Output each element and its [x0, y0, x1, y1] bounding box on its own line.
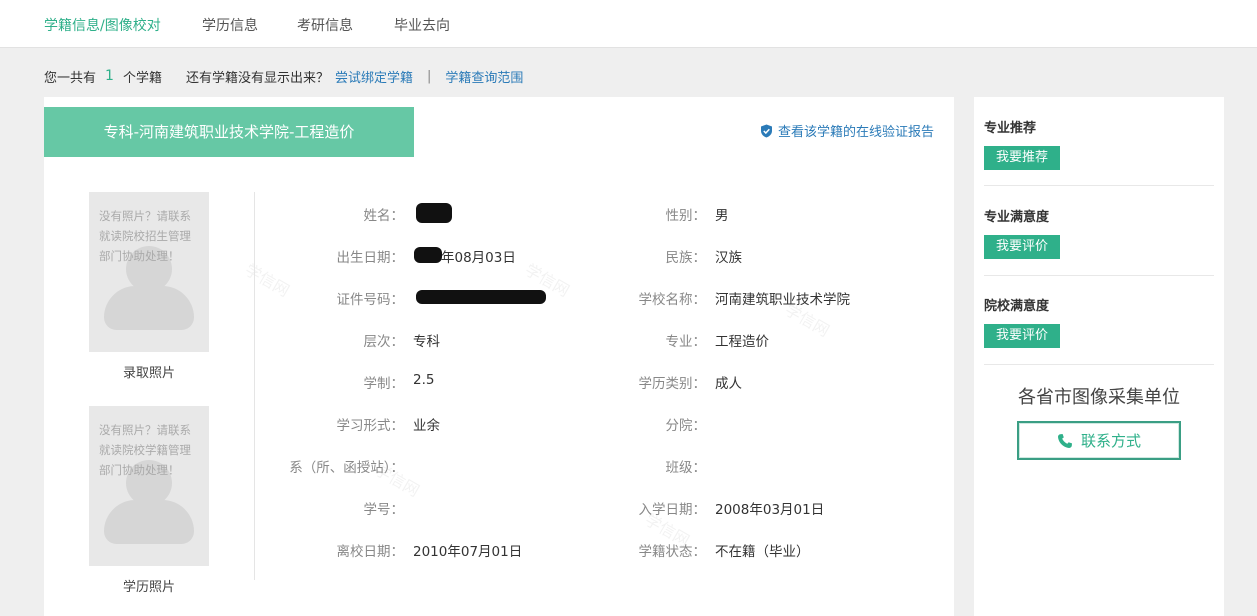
summary-separator: | [426, 68, 432, 84]
bind-record-link[interactable]: 尝试绑定学籍 [335, 67, 413, 86]
field-value: 年08月03日 [441, 250, 516, 266]
redacted-birth-year [414, 247, 442, 263]
field-school-name: 学校名称： [544, 288, 707, 308]
redacted-name [416, 203, 452, 223]
major-recommend-section: 专业推荐 我要推荐 [984, 117, 1214, 186]
record-card: 学信网 学信网 学信网 学信网 学信网 学信网 专科-河南建筑职业技术学院-工程… [44, 97, 954, 616]
field-label: 姓名： [363, 208, 405, 224]
field-value: 2.5 [413, 372, 435, 388]
field-label: 学历类别： [638, 376, 707, 392]
field-label: 民族： [665, 250, 707, 266]
field-label: 出生日期： [336, 250, 405, 266]
field-value: 男 [715, 208, 729, 224]
record-summary: 您一共有 1 个学籍 还有学籍没有显示出来？ 尝试绑定学籍 | 学籍查询范围 [44, 66, 523, 86]
field-label: 分院： [665, 418, 707, 434]
avatar-body [104, 500, 194, 544]
field-id-number: 证件号码： [244, 288, 405, 308]
major-satisfaction-section: 专业满意度 我要评价 [984, 206, 1214, 276]
field-branch: 分院： [544, 414, 707, 434]
section-title: 专业满意度 [984, 210, 1050, 225]
field-value: 不在籍（毕业） [715, 544, 810, 560]
school-satisfaction-section: 院校满意度 我要评价 [984, 295, 1214, 365]
photo-column: 没有照片？请联系就读院校招生管理部门协助处理！ 录取照片 没有照片？请联系就读院… [89, 192, 209, 596]
summary-question: 还有学籍没有显示出来？ [185, 70, 329, 86]
field-value: 专科 [413, 334, 440, 350]
field-level: 层次： [244, 330, 405, 350]
contact-button[interactable]: 联系方式 [1017, 421, 1181, 460]
diploma-photo: 没有照片？请联系就读院校学籍管理部门协助处理！ [89, 406, 209, 566]
field-department: 系（所、函授站）： [244, 456, 404, 476]
image-collection-title: 各省市图像采集单位 [1018, 387, 1180, 408]
field-label: 离校日期： [336, 544, 405, 560]
verify-report-label: 查看该学籍的在线验证报告 [777, 125, 934, 140]
field-label: 班级： [665, 460, 707, 476]
admission-photo-label: 录取照片 [122, 366, 175, 381]
avatar-body [104, 286, 194, 330]
field-ethnicity: 民族： [544, 246, 707, 266]
field-label: 入学日期： [638, 502, 707, 518]
redacted-id-number [416, 290, 546, 304]
top-navigation: 学籍信息/图像校对 学历信息 考研信息 毕业去向 [0, 0, 1257, 48]
field-degree-type: 学历类别： [544, 372, 707, 392]
field-gender: 性别： [544, 204, 707, 224]
section-title: 专业推荐 [984, 121, 1037, 136]
summary-prefix: 您一共有 [44, 70, 97, 86]
field-label: 性别： [665, 208, 707, 224]
rate-school-button[interactable]: 我要评价 [984, 324, 1061, 348]
field-label: 学号： [363, 502, 405, 518]
shield-check-icon [760, 124, 772, 137]
field-name: 姓名： [244, 204, 405, 224]
tab-postgraduate[interactable]: 考研信息 [297, 15, 353, 35]
field-student-number: 学号： [244, 498, 405, 518]
field-study-mode: 学习形式： [244, 414, 405, 434]
field-label: 学校名称： [638, 292, 707, 308]
verify-report-link[interactable]: 查看该学籍的在线验证报告 [760, 121, 934, 140]
field-major: 专业： [544, 330, 707, 350]
field-value: 汉族 [715, 250, 742, 266]
record-count: 1 [105, 68, 114, 84]
field-value: 业余 [413, 418, 440, 434]
photo-placeholder-text: 没有照片？请联系就读院校招生管理部门协助处理！ [99, 209, 191, 263]
sidebar: 专业推荐 我要推荐 专业满意度 我要评价 院校满意度 我要评价 各省市图像采集单… [974, 97, 1224, 616]
phone-icon [1057, 433, 1072, 448]
admission-photo: 没有照片？请联系就读院校招生管理部门协助处理！ [89, 192, 209, 352]
field-label: 系（所、函授站）： [289, 460, 404, 476]
field-value: 河南建筑职业技术学院 [715, 292, 850, 308]
field-duration: 学制： [244, 372, 405, 392]
summary-suffix: 个学籍 [122, 70, 162, 86]
record-title-banner: 专科-河南建筑职业技术学院-工程造价 [44, 107, 414, 157]
section-title: 院校满意度 [984, 299, 1050, 314]
tab-student-status[interactable]: 学籍信息/图像校对 [44, 15, 161, 35]
query-scope-link[interactable]: 学籍查询范围 [445, 67, 523, 86]
tab-education[interactable]: 学历信息 [202, 15, 258, 35]
field-value: 2010年07月01日 [413, 544, 523, 560]
field-class: 班级： [544, 456, 707, 476]
contact-button-label: 联系方式 [1080, 432, 1141, 450]
field-leave-date: 离校日期： [244, 540, 405, 560]
field-label: 层次： [363, 334, 405, 350]
recommend-button[interactable]: 我要推荐 [984, 146, 1061, 170]
field-value: 成人 [715, 376, 742, 392]
field-label: 专业： [665, 334, 707, 350]
photo-placeholder-text: 没有照片？请联系就读院校学籍管理部门协助处理！ [99, 423, 191, 477]
field-birth-date: 出生日期： [244, 246, 405, 266]
tab-graduation-destination[interactable]: 毕业去向 [394, 15, 450, 35]
field-label: 学籍状态： [638, 544, 707, 560]
field-label: 证件号码： [336, 292, 405, 308]
diploma-photo-label: 学历照片 [122, 580, 175, 595]
rate-major-button[interactable]: 我要评价 [984, 235, 1061, 259]
field-enroll-date: 入学日期： [544, 498, 707, 518]
field-label: 学习形式： [336, 418, 405, 434]
field-label: 学制： [363, 376, 405, 392]
field-value: 2008年03月01日 [715, 502, 825, 518]
field-status: 学籍状态： [544, 540, 707, 560]
field-value: 工程造价 [715, 334, 769, 350]
